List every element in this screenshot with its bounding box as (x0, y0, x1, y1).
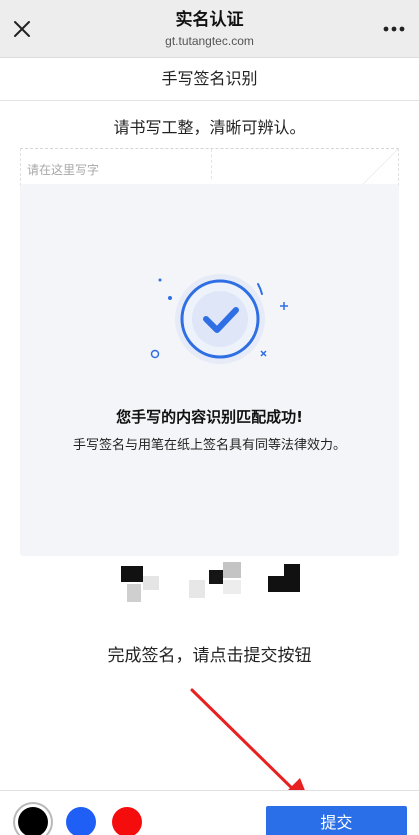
color-swatch-blue[interactable] (66, 807, 96, 835)
canvas-placeholder: 请在这里写字 (27, 163, 100, 177)
title-group: 实名认证 gt.tutangtec.com (60, 9, 359, 49)
bottom-toolbar: 提交 (0, 790, 419, 835)
signature-fragment (209, 570, 223, 584)
section-header: 手写签名识别 (0, 58, 419, 101)
signature-fragment (127, 584, 141, 602)
signature-fragment (121, 566, 143, 582)
check-circle-icon (130, 274, 310, 364)
signature-fragment (223, 562, 241, 578)
signature-fragment (189, 580, 205, 598)
page-url: gt.tutangtec.com (165, 34, 254, 48)
signature-preview (105, 548, 320, 610)
color-swatch-red[interactable] (112, 807, 142, 835)
submit-button[interactable]: 提交 (266, 806, 407, 835)
signature-fragment (268, 564, 284, 576)
more-options-icon[interactable] (381, 18, 407, 40)
canvas-guide-line (211, 149, 212, 179)
page-title: 实名认证 (175, 10, 244, 30)
color-swatch-black[interactable] (18, 807, 48, 835)
signature-fragment (223, 580, 241, 594)
instruction-text: 请书写工整，清晰可辨认。 (113, 118, 306, 137)
close-icon[interactable] (8, 15, 36, 43)
browser-header: 实名认证 gt.tutangtec.com (0, 0, 419, 58)
section-title: 手写签名识别 (161, 69, 258, 88)
success-title: 您手写的内容识别匹配成功! (116, 408, 303, 426)
canvas-guide-diagonal (358, 149, 398, 189)
submit-hint: 完成签名，请点击提交按钮 (107, 646, 312, 666)
success-modal: 您手写的内容识别匹配成功! 手写签名与用笔在纸上签名具有同等法律效力。 (20, 184, 399, 556)
signature-fragment (143, 576, 159, 590)
success-description: 手写签名与用笔在纸上签名具有同等法律效力。 (72, 438, 346, 453)
